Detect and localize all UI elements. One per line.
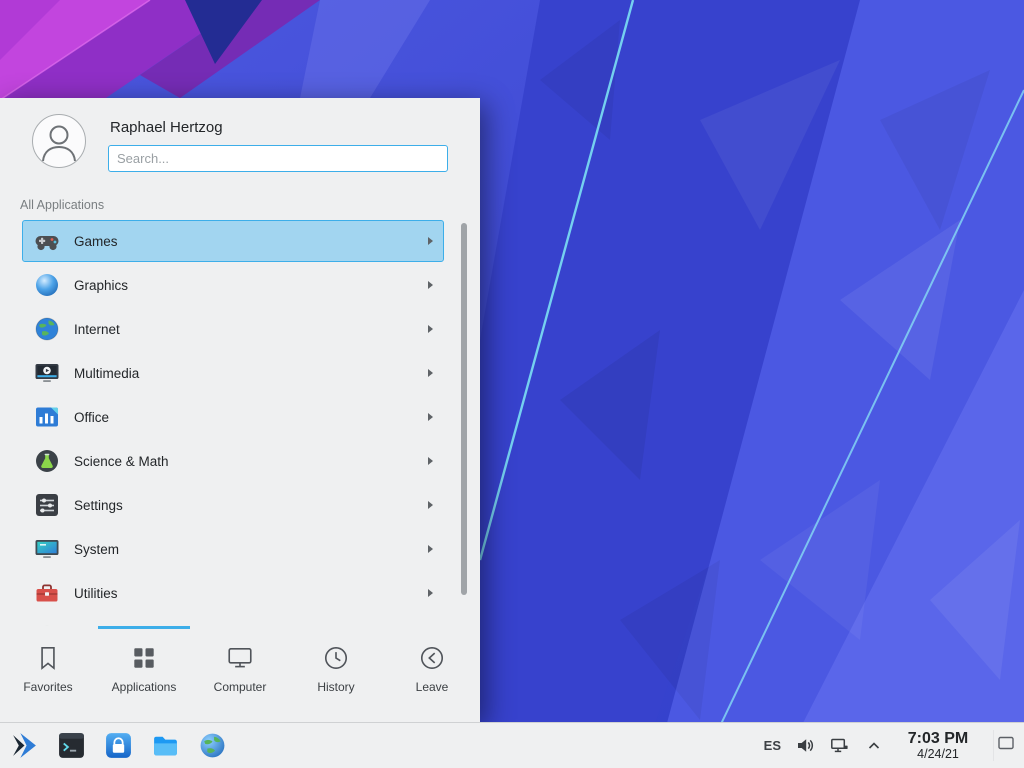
category-office[interactable]: Office — [22, 396, 444, 438]
category-label: System — [74, 542, 119, 557]
tab-label: Applications — [112, 680, 177, 694]
launcher-header: Raphael Hertzog — [0, 98, 480, 186]
web-browser-icon — [198, 731, 227, 760]
category-label: Multimedia — [74, 366, 139, 381]
network-icon[interactable] — [830, 736, 849, 755]
terminal-icon — [57, 731, 86, 760]
category-label: Science & Math — [74, 454, 169, 469]
sliders-icon — [33, 491, 61, 519]
flask-icon — [33, 447, 61, 475]
taskbar-panel: ES 7:03 PM 4/24/21 — [0, 722, 1024, 768]
tab-history[interactable]: History — [288, 626, 384, 722]
category-label: Games — [74, 234, 118, 249]
tab-label: Leave — [416, 680, 449, 694]
category-label: Utilities — [74, 586, 118, 601]
tab-computer[interactable]: Computer — [192, 626, 288, 722]
photo-orb-icon — [33, 271, 61, 299]
category-utilities[interactable]: Utilities — [22, 572, 444, 614]
media-player-icon — [33, 359, 61, 387]
app-launcher-button[interactable] — [8, 730, 40, 762]
section-label: All Applications — [0, 186, 480, 220]
user-name: Raphael Hertzog — [110, 119, 448, 136]
category-science-math[interactable]: Science & Math — [22, 440, 444, 482]
chevron-right-icon — [428, 545, 433, 553]
computer-icon — [226, 644, 254, 672]
tab-label: History — [317, 680, 354, 694]
category-games[interactable]: Games — [22, 220, 444, 262]
monitor-icon — [33, 535, 61, 563]
taskbar-app-web-browser[interactable] — [196, 730, 228, 762]
chevron-right-icon — [428, 281, 433, 289]
taskbar-app-discover[interactable] — [102, 730, 134, 762]
document-chart-icon — [33, 403, 61, 431]
globe-icon — [33, 315, 61, 343]
chevron-right-icon — [428, 237, 433, 245]
keyboard-layout-indicator[interactable]: ES — [764, 738, 781, 753]
chevron-right-icon — [428, 589, 433, 597]
show-desktop-button[interactable] — [993, 730, 1018, 762]
clock-icon — [322, 644, 350, 672]
category-label: Settings — [74, 498, 123, 513]
file-manager-icon — [151, 731, 180, 760]
chevron-right-icon — [428, 501, 433, 509]
launcher-tabbar: Favorites Applications Co — [0, 626, 480, 722]
category-label: Graphics — [74, 278, 128, 293]
category-label: Office — [74, 410, 109, 425]
category-label: Internet — [74, 322, 120, 337]
gamepad-icon — [33, 227, 61, 255]
category-help[interactable]: Help — [22, 616, 444, 626]
show-desktop-icon — [997, 734, 1015, 757]
tab-label: Computer — [214, 680, 267, 694]
tab-applications[interactable]: Applications — [96, 626, 192, 722]
category-internet[interactable]: Internet — [22, 308, 444, 350]
tab-leave[interactable]: Leave — [384, 626, 480, 722]
category-multimedia[interactable]: Multimedia — [22, 352, 444, 394]
clock-time: 7:03 PM — [900, 730, 976, 748]
scrollbar-thumb[interactable] — [461, 223, 467, 595]
category-system[interactable]: System — [22, 528, 444, 570]
user-avatar[interactable] — [32, 114, 86, 168]
chevron-right-icon — [428, 369, 433, 377]
chevron-right-icon — [428, 325, 433, 333]
taskbar-app-file-manager[interactable] — [149, 730, 181, 762]
toolbox-icon — [33, 579, 61, 607]
application-launcher-menu: Raphael Hertzog All Applications Games — [0, 98, 480, 722]
kickoff-icon — [10, 731, 39, 760]
grid-icon — [130, 644, 158, 672]
system-tray: ES 7:03 PM 4/24/21 — [764, 730, 1024, 762]
leave-icon — [418, 644, 446, 672]
discover-icon — [104, 731, 133, 760]
digital-clock[interactable]: 7:03 PM 4/24/21 — [898, 730, 978, 762]
taskbar-app-terminal[interactable] — [55, 730, 87, 762]
expand-tray-chevron-up-icon[interactable] — [864, 736, 883, 755]
clock-date: 4/24/21 — [900, 747, 976, 761]
category-settings[interactable]: Settings — [22, 484, 444, 526]
volume-icon[interactable] — [796, 736, 815, 755]
active-tab-indicator — [98, 626, 190, 629]
category-list: Games Graphics — [0, 220, 480, 626]
tab-favorites[interactable]: Favorites — [0, 626, 96, 722]
category-graphics[interactable]: Graphics — [22, 264, 444, 306]
tab-label: Favorites — [23, 680, 72, 694]
chevron-right-icon — [428, 457, 433, 465]
chevron-right-icon — [428, 413, 433, 421]
search-input[interactable] — [108, 145, 448, 172]
bookmark-icon — [34, 644, 62, 672]
